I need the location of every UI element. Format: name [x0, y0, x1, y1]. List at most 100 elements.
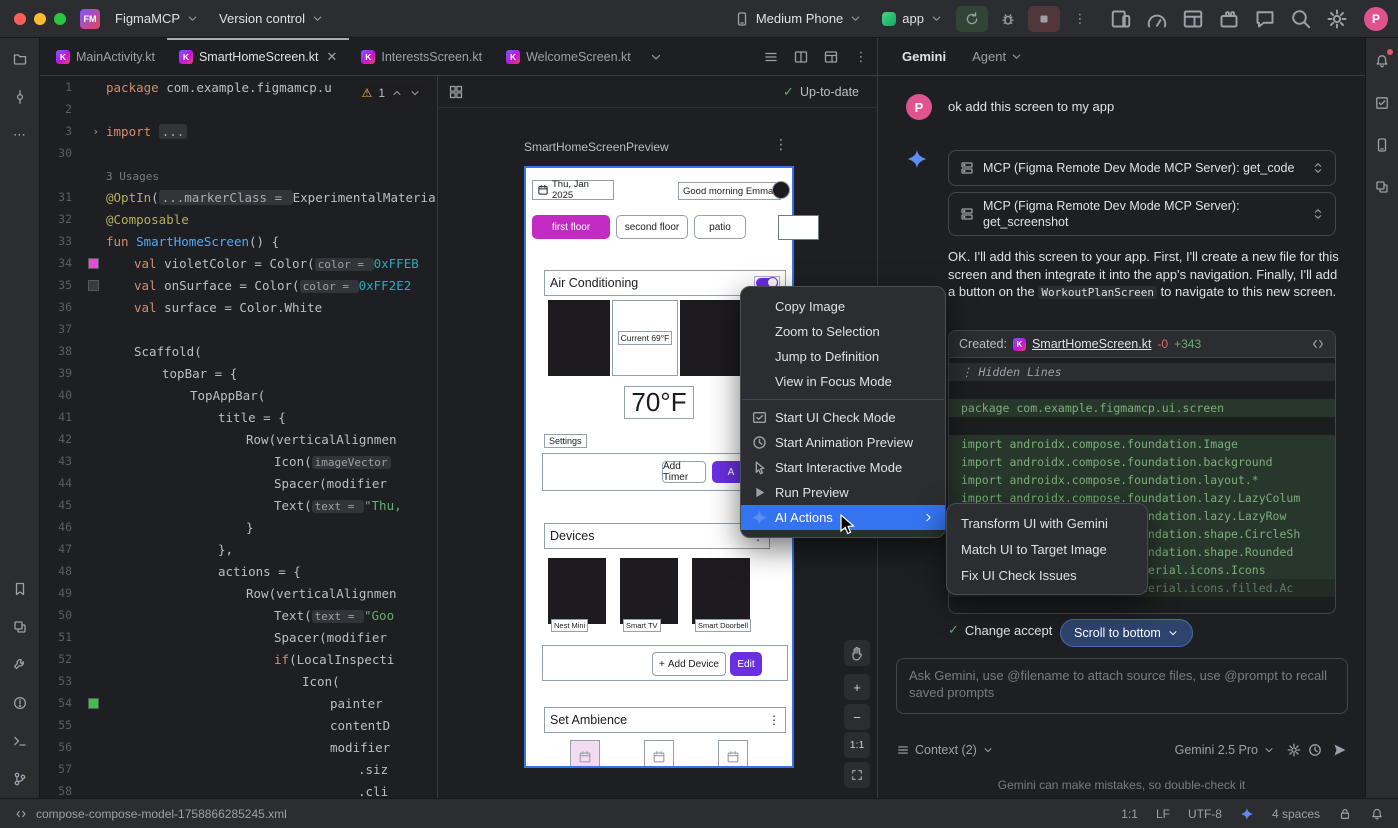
device-card[interactable] — [620, 558, 678, 624]
preview-menu-icon[interactable]: ⋮ — [774, 136, 788, 153]
debug-button[interactable] — [994, 6, 1022, 32]
context-button[interactable]: Context (2) — [915, 743, 977, 757]
device-card[interactable] — [548, 558, 606, 624]
device-mirroring-icon[interactable] — [1108, 7, 1134, 31]
sidebar-project-folder-icon[interactable] — [7, 46, 33, 72]
device-selector[interactable]: Medium Phone — [727, 7, 869, 31]
color-swatch[interactable] — [88, 258, 99, 269]
tool-call-card[interactable]: MCP (Figma Remote Dev Mode MCP Server): … — [948, 192, 1336, 236]
tab-agent[interactable]: Agent — [972, 49, 1023, 64]
add-timer-button[interactable]: Add Timer — [662, 461, 706, 483]
hidden-lines-row[interactable]: ⋮Hidden Lines — [949, 363, 1335, 381]
sidebar-bookmarks-icon[interactable] — [7, 576, 33, 602]
gemini-status-icon[interactable] — [1240, 807, 1254, 821]
sidebar-more-tools-icon[interactable]: ⋯ — [7, 122, 33, 148]
created-file-link[interactable]: SmartHomeScreen.kt — [1032, 337, 1151, 351]
menu-item-zoom-to-selection[interactable]: Zoom to Selection — [741, 319, 945, 344]
ai-chat-icon[interactable] — [1252, 7, 1278, 31]
code-editor[interactable]: 1package com.example.figmamcp.u23›import… — [40, 76, 437, 798]
submenu-item-match-ui-to-target-image[interactable]: Match UI to Target Image — [947, 536, 1147, 562]
sidebar-running-devices-icon[interactable] — [1369, 132, 1395, 158]
tab-smarthomescreen-kt[interactable]: KSmartHomeScreen.kt✕ — [167, 38, 349, 76]
window-layout-icon[interactable] — [1180, 7, 1206, 31]
minimize-window-button[interactable] — [34, 13, 46, 25]
split-editor-icon[interactable] — [793, 49, 809, 65]
menu-item-start-ui-check-mode[interactable]: Start UI Check Mode — [741, 405, 945, 430]
search-icon[interactable] — [1288, 7, 1314, 31]
ambience-menu-icon[interactable]: ⋮ — [768, 713, 780, 727]
grid-view-icon[interactable] — [448, 84, 464, 100]
ambience-item[interactable] — [644, 740, 674, 768]
sidebar-terminal-icon[interactable] — [7, 728, 33, 754]
color-swatch[interactable] — [88, 698, 99, 709]
fold-arrow-icon[interactable]: › — [92, 126, 99, 137]
sidebar-todo-icon[interactable] — [1369, 90, 1395, 116]
preview-resize-handle[interactable] — [778, 215, 819, 240]
readonly-status-icon[interactable] — [1338, 807, 1352, 821]
close-window-button[interactable] — [14, 13, 26, 25]
sidebar-resource-manager-icon[interactable] — [1369, 174, 1395, 200]
profiler-icon[interactable] — [1144, 7, 1170, 31]
floor-chip-patio[interactable]: patio — [694, 215, 746, 239]
menu-item-start-interactive-mode[interactable]: Start Interactive Mode — [741, 455, 945, 480]
submenu-item-transform-ui-with-gemini[interactable]: Transform UI with Gemini — [947, 510, 1147, 536]
maximize-window-button[interactable] — [54, 13, 66, 25]
add-device-button[interactable]: + Add Device — [652, 652, 726, 676]
menu-item-jump-to-definition[interactable]: Jump to Definition — [741, 344, 945, 369]
sidebar-problems-icon[interactable] — [7, 690, 33, 716]
sidebar-git-branch-icon[interactable] — [7, 766, 33, 792]
pan-tool-button[interactable] — [844, 640, 870, 666]
open-diff-icon[interactable] — [1311, 337, 1325, 351]
ambience-item[interactable] — [718, 740, 748, 768]
device-card[interactable] — [692, 558, 750, 624]
tab-mainactivity-kt[interactable]: KMainActivity.kt — [44, 38, 167, 76]
chat-history-icon[interactable] — [1307, 742, 1323, 758]
run-button[interactable] — [956, 6, 988, 32]
floor-chip-first-floor[interactable]: first floor — [532, 215, 610, 239]
sidebar-build-icon[interactable] — [7, 652, 33, 678]
chat-input[interactable]: Ask Gemini, use @filename to attach sour… — [896, 658, 1348, 714]
send-icon[interactable] — [1332, 742, 1348, 758]
line-separator[interactable]: LF — [1156, 807, 1170, 821]
sidebar-services-icon[interactable] — [7, 614, 33, 640]
layout-icon[interactable] — [823, 49, 839, 65]
sidebar-commit-icon[interactable] — [7, 84, 33, 110]
user-avatar[interactable]: P — [1364, 7, 1388, 31]
stop-button[interactable] — [1028, 6, 1060, 32]
menu-item-copy-image[interactable]: Copy Image — [741, 294, 945, 319]
current-file-label[interactable]: compose-compose-model-1758866285245.xml — [36, 807, 287, 821]
tab-gemini[interactable]: Gemini — [902, 49, 946, 64]
close-tab-icon[interactable]: ✕ — [326, 49, 337, 65]
zoom-in-button[interactable]: + — [844, 674, 870, 700]
submenu-item-fix-ui-check-issues[interactable]: Fix UI Check Issues — [947, 562, 1147, 588]
settings-icon[interactable] — [1324, 7, 1350, 31]
tab-welcomescreen-kt[interactable]: KWelcomeScreen.kt — [494, 38, 643, 76]
zoom-reset-button[interactable]: 1:1 — [844, 732, 870, 758]
menu-item-start-animation-preview[interactable]: Start Animation Preview — [741, 430, 945, 455]
color-swatch[interactable] — [88, 280, 99, 291]
notifications-status-icon[interactable] — [1370, 807, 1384, 821]
zoom-to-fit-button[interactable] — [844, 762, 870, 788]
plugins-icon[interactable] — [1216, 7, 1242, 31]
sidebar-gemini-icon[interactable] — [1369, 216, 1395, 242]
scroll-to-bottom-button[interactable]: Scroll to bottom — [1060, 619, 1193, 647]
ambience-item[interactable] — [570, 740, 600, 768]
tool-call-card[interactable]: MCP (Figma Remote Dev Mode MCP Server): … — [948, 150, 1336, 186]
project-selector[interactable]: FigmaMCP — [108, 7, 206, 30]
indent-setting[interactable]: 4 spaces — [1272, 807, 1320, 821]
chat-settings-icon[interactable] — [1286, 742, 1302, 758]
editor-list-icon[interactable] — [763, 49, 779, 65]
hidden-tabs-chevron-icon[interactable] — [649, 50, 663, 64]
vcs-selector[interactable]: Version control — [212, 7, 331, 30]
encoding[interactable]: UTF-8 — [1188, 807, 1222, 821]
more-options-icon[interactable]: ⋮ — [853, 49, 869, 65]
menu-item-run-preview[interactable]: Run Preview — [741, 480, 945, 505]
tab-interestsscreen-kt[interactable]: KInterestsScreen.kt — [349, 38, 494, 76]
prev-issue-icon[interactable] — [391, 87, 403, 99]
sidebar-notifications-icon[interactable] — [1369, 48, 1395, 74]
run-config-selector[interactable]: app — [875, 7, 950, 30]
next-issue-icon[interactable] — [409, 87, 421, 99]
menu-item-view-in-focus-mode[interactable]: View in Focus Mode — [741, 369, 945, 394]
edit-button[interactable]: Edit — [730, 652, 762, 676]
more-actions-button[interactable]: ⋮ — [1066, 6, 1094, 32]
